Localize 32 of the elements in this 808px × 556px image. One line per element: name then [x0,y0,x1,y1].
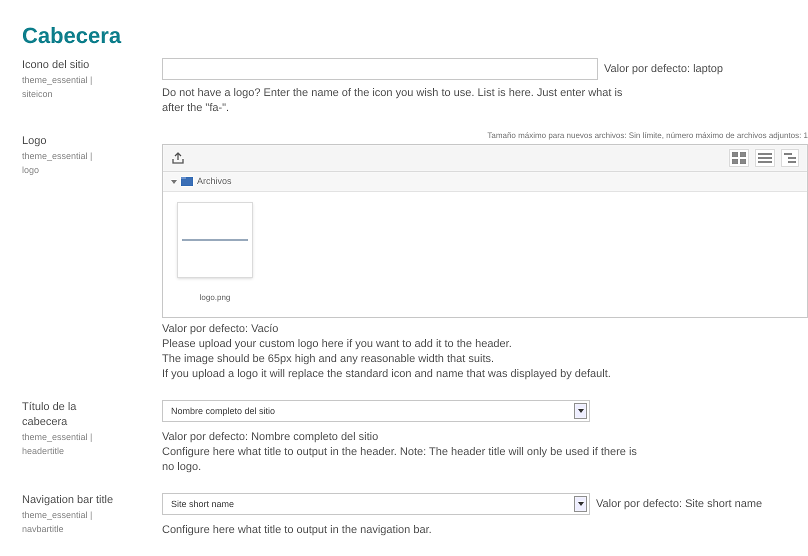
default-value-text: Valor por defecto: Nombre completo del sitio [162,430,380,445]
setting-key: theme_essential | headertitle [22,430,102,458]
setting-description: Configure here what title to output in the navigation bar. [162,523,433,538]
tree-view-icon[interactable] [781,149,799,167]
folder-name: Archivos [197,175,232,188]
setting-description: If you upload a logo it will replace the standard icon and name that was displayed by default. [162,367,612,382]
setting-label: Título de la cabecera [22,400,78,430]
file-name: logo.png [200,292,230,304]
setting-label: Logo [22,134,48,149]
setting-key: theme_essential | siteicon [22,73,102,101]
default-value-text: Valor por defecto: laptop [604,62,724,76]
section-heading: Cabecera [22,22,122,50]
list-view-icon[interactable] [755,149,775,167]
setting-description: Do not have a logo? Enter the name of the icon you wish to use. List is here. Just enter what is after the "fa-". [162,86,624,116]
setting-label: Icono del sitio [22,58,90,73]
default-value-text: Valor por defecto: Vacío [162,322,280,337]
setting-key: theme_essential | logo [22,149,102,177]
setting-key: theme_essential | navbartitle [22,508,102,536]
expand-arrow-icon [171,180,177,184]
upload-icon[interactable] [171,151,185,165]
default-value-text: Valor por defecto: Site short name [596,496,762,512]
setting-description: The image should be 65px high and any reasonable width that suits. [162,352,496,367]
folder-icon [181,177,193,186]
setting-label: Navigation bar title [22,493,114,508]
file-limits-text: Tamaño máximo para nuevos archivos: Sin límite, número máximo de archivos adjuntos: 1 [486,130,808,142]
setting-description: Configure here what title to output in the header. Note: The header title will only be used if there is no logo. [162,445,638,475]
setting-description: Please upload your custom logo here if you want to add it to the header. [162,337,513,352]
dropdown-select[interactable]: Nombre completo del sitio [162,400,590,422]
grid-view-icon[interactable] [729,149,749,167]
text-input-field[interactable] [162,58,598,80]
file-thumbnail[interactable] [177,202,253,278]
dropdown-select[interactable]: Site short name [162,493,590,515]
